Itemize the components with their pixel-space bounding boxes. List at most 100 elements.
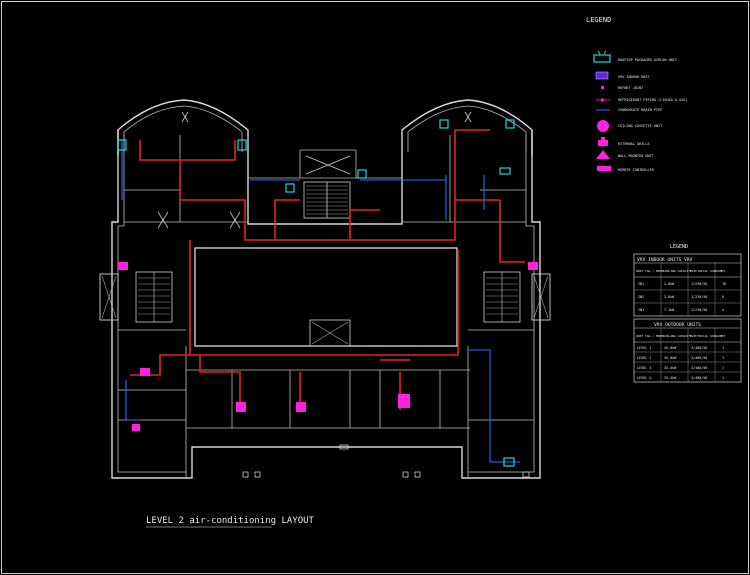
schedule-title: LEGEND [670,244,688,250]
indoor-table-title: VRV INDOOR UNITS VRV [637,257,693,263]
drain-north[interactable] [121,140,447,220]
ceiling-cassette-icon [597,120,609,132]
legend-item-0[interactable]: ROOFTOP PACKAGED AIRCON UNIT [593,50,678,63]
floor-plan[interactable] [99,99,551,479]
legend-label-8: REMOTE CONTROLLER [618,168,655,172]
left-inner-wall [117,135,186,473]
exhaust-grille-stem [601,137,605,140]
indoor-header-3: QTY [720,269,726,273]
outdoor-unit-fan-l [597,50,601,55]
pipe-sw-branch[interactable] [130,354,190,376]
outdoor-cell: 1 [722,376,724,380]
indoor-cell: IN1 [638,282,644,286]
wall-unit-ne[interactable] [439,119,449,129]
indoor-cell: 4 [722,308,724,312]
outdoor-cell: LEVEL 2 [637,356,651,360]
legend-item-8[interactable]: REMOTE CONTROLLER [597,166,655,172]
pipe-branch-2[interactable] [349,209,380,240]
equipment-schedule[interactable]: LEGEND VRV INDOOR UNITS VRV UNIT TAG / M… [633,244,742,383]
window-marks [157,111,530,478]
remote-control-icon [597,166,611,171]
outdoor-unit-fan-r [603,50,607,55]
outdoor-table-border [633,318,742,383]
legend-label-6: EXTERNAL GRILLE [618,142,650,146]
indoor-cell: IN3 [638,308,644,312]
legend-label-1: VRV INDOOR UNIT [618,75,651,79]
wall-unit-n2[interactable] [357,169,367,179]
drain-piping[interactable] [121,140,520,463]
drain-east[interactable] [468,175,520,463]
wall-unit-n1[interactable] [285,183,295,193]
indoor-unit-s2[interactable] [296,402,306,412]
outdoor-units-table[interactable]: VRV OUTDOOR UNITS UNIT TAG / MODEL COOLI… [633,318,742,383]
legend-label-3: REFRIGERANT PIPING (LIQUID & GAS) [618,98,688,102]
outdoor-cell: 3/400/50 [691,366,707,370]
pipe-branch-1[interactable] [274,199,300,240]
pipe-east-drop[interactable] [499,200,525,263]
pipe-atrium-ring[interactable] [189,240,459,356]
legend-item-7[interactable]: WALL MOUNTED UNIT [596,150,655,159]
indoor-unit-icon [595,71,609,80]
outdoor-cell: LEVEL 4 [637,376,651,380]
indoor-cell: 3.6kW [664,295,675,299]
indoor-unit-s1[interactable] [236,402,246,412]
legend-label-0: ROOFTOP PACKAGED AIRCON UNIT [618,58,678,62]
pipe-south-drops[interactable] [199,355,410,410]
outdoor-cell: 1 [722,356,724,360]
central-atrium [194,247,458,347]
pipe-ne-riser[interactable] [454,129,490,200]
left-upper-rooms [124,135,248,223]
indoor-unit-sw[interactable] [140,368,150,376]
indoor-cell: 2.8kW [664,282,675,286]
drawing-title: LEVEL 2 air-conditioning LAYOUT [146,516,315,526]
legend-item-6[interactable]: EXTERNAL GRILLE [598,137,650,146]
wall-unit-e2[interactable] [499,167,511,175]
left-lower-rooms [118,329,187,478]
refrigerant-piping[interactable] [130,129,525,410]
outdoor-header-3: QTY [720,334,726,338]
right-lower-rooms [467,329,534,478]
left-dome-wall [117,99,249,155]
indoor-cell: 1/230/50 [691,282,707,286]
outdoor-cell: LEVEL 1 [637,346,651,350]
legend-item-3[interactable]: REFRIGERANT PIPING (LIQUID & GAS) [596,98,688,102]
refrigerant-pipe-tag [601,98,604,102]
legend-label-4: CONDENSATE DRAIN PIPE [618,108,662,112]
legend-item-2[interactable]: REFNET JOINT [601,86,644,90]
indoor-header-1: COOLING CAPACITY [663,269,692,273]
legend-item-1[interactable]: VRV INDOOR UNIT [595,71,651,80]
wall-unit-ne2[interactable] [505,119,515,129]
outdoor-cell: 3/400/50 [691,356,707,360]
outdoor-table-title: VRV OUTDOOR UNITS [654,322,701,328]
outdoor-cell: 3/400/50 [691,376,707,380]
indoor-unit-e1[interactable] [528,262,538,270]
cad-drawing-canvas[interactable]: LEVEL 2 air-conditioning LAYOUT LEGEND R… [0,0,750,575]
outdoor-cell: 1 [722,366,724,370]
right-inner-wall [468,135,535,473]
legend-label-5: CEILING CASSETTE UNIT [618,124,663,128]
legend-label-7: WALL MOUNTED UNIT [618,154,655,158]
indoor-cell: 7.1kW [664,308,675,312]
indoor-unit-sw2[interactable] [132,424,140,431]
legend-item-5[interactable]: CEILING CASSETTE UNIT [597,120,663,132]
drain-west[interactable] [125,380,140,421]
top-stair [303,181,351,219]
indoor-cell: IN2 [638,295,644,299]
outdoor-header-1: COOLING CAPACITY [663,334,692,338]
indoor-unit-s3[interactable] [398,394,410,408]
wall-mounted-icon [596,150,610,159]
outdoor-header-0: UNIT TAG / MODEL [636,334,665,338]
indoor-cell: 1/230/50 [691,295,707,299]
outdoor-cell: 33.5kW [664,376,677,380]
lower-room-walls [186,369,470,429]
pipe-nw-loop[interactable] [139,140,236,161]
symbol-legend[interactable]: LEGEND ROOFTOP PACKAGED AIRCON UNIT VRV … [586,16,688,172]
indoor-header-0: UNIT TAG / MODEL [636,269,665,273]
exhaust-grille-icon [598,140,608,146]
outdoor-cell: 45.0kW [664,346,677,350]
pipe-main-north[interactable] [179,160,500,241]
indoor-unit-w1[interactable] [118,262,128,270]
indoor-units-table[interactable]: VRV INDOOR UNITS VRV UNIT TAG / MODEL CO… [633,253,742,317]
indoor-cell: 18 [722,282,726,286]
legend-item-4[interactable]: CONDENSATE DRAIN PIPE [596,108,662,112]
